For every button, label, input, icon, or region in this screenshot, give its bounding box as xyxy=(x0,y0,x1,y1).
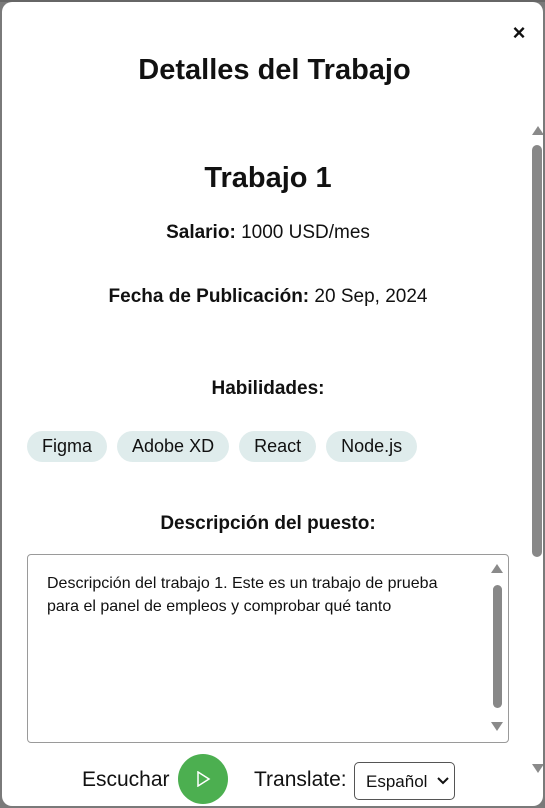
skills-heading: Habilidades: xyxy=(211,378,325,399)
modal-content: Trabajo 1 Salario: 1000 USD/mes Fecha de… xyxy=(2,2,532,806)
description-heading: Descripción del puesto: xyxy=(160,513,376,534)
salary-label: Salario: xyxy=(166,222,236,243)
play-button[interactable] xyxy=(178,754,228,804)
scroll-down-arrow-icon[interactable] xyxy=(532,764,543,773)
listen-label: Escuchar xyxy=(82,768,170,791)
skill-chip: Figma xyxy=(27,431,108,462)
language-select[interactable]: Español xyxy=(354,762,455,800)
date-label: Fecha de Publicación: xyxy=(108,286,310,307)
salary-line: Salario: 1000 USD/mes xyxy=(2,222,534,244)
language-selected-value: Español xyxy=(366,772,428,791)
date-line: Fecha de Publicación: 20 Sep, 2024 xyxy=(2,286,534,308)
translate-label: Translate: xyxy=(254,768,347,791)
description-scrollbar-thumb[interactable] xyxy=(493,585,502,708)
skill-chip: Node.js xyxy=(326,431,418,462)
salary-value: 1000 USD/mes xyxy=(241,222,370,243)
skills-list: Figma Adobe XD React Node.js xyxy=(27,431,418,462)
skill-chip: React xyxy=(239,431,317,462)
scroll-up-arrow-icon[interactable] xyxy=(532,126,543,135)
audio-translate-controls: Escuchar Translate: Español xyxy=(2,752,532,806)
skill-chip: Adobe XD xyxy=(117,431,230,462)
scroll-down-arrow-icon[interactable] xyxy=(491,722,503,731)
play-icon xyxy=(197,771,211,787)
scroll-up-arrow-icon[interactable] xyxy=(491,564,503,573)
description-textarea[interactable]: Descripción del trabajo 1. Este es un tr… xyxy=(27,554,509,743)
job-details-modal: × Detalles del Trabajo Trabajo 1 Salario… xyxy=(2,2,543,806)
description-text: Descripción del trabajo 1. Este es un tr… xyxy=(47,575,438,615)
chevron-down-icon xyxy=(437,777,449,785)
modal-scrollbar-thumb[interactable] xyxy=(532,145,542,557)
date-value: 20 Sep, 2024 xyxy=(314,286,428,307)
job-title: Trabajo 1 xyxy=(204,162,332,194)
